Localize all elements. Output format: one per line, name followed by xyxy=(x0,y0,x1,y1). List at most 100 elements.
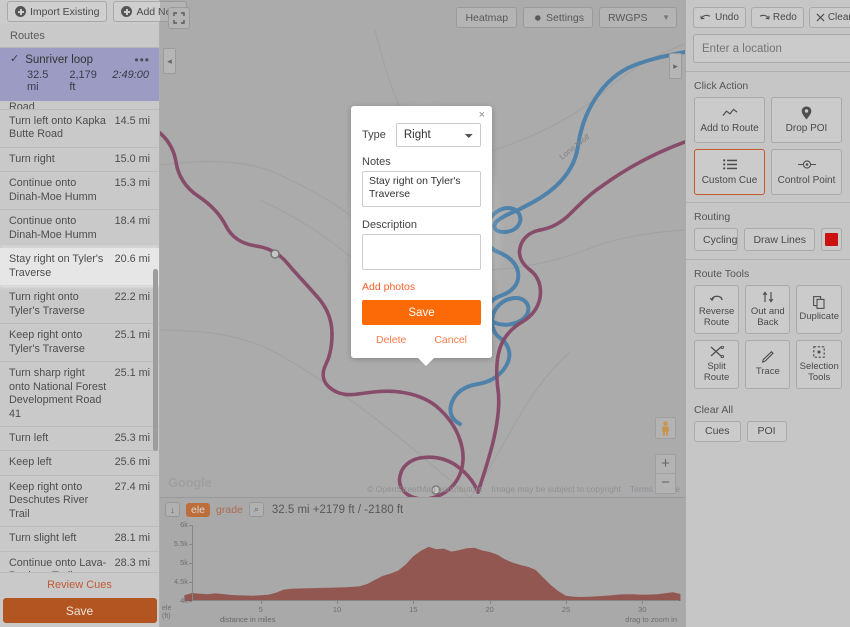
cue-name: Turn left xyxy=(9,432,49,444)
cue-row[interactable]: Keep left 25.6 mi xyxy=(0,451,159,476)
close-icon[interactable]: × xyxy=(479,110,485,121)
description-textarea[interactable] xyxy=(362,234,481,270)
draw-lines-button[interactable]: Draw Lines xyxy=(744,228,815,251)
cue-row[interactable]: Turn left onto Kapka Butte Road 14.5 mi xyxy=(0,110,159,148)
plus-circle-icon xyxy=(121,6,133,18)
cue-name: Continue onto Dinah-Moe Humm xyxy=(9,177,97,203)
cue-name: Turn sharp right onto National Forest De… xyxy=(9,367,107,420)
line-chart-icon xyxy=(721,106,738,120)
notes-label: Notes xyxy=(362,156,391,168)
cue-row[interactable]: Continue onto Dinah-Moe Humm 15.3 mi xyxy=(0,172,159,211)
scissors-icon xyxy=(710,345,724,359)
cue-distance: 25.1 mi xyxy=(114,367,150,380)
routes-header: Routes xyxy=(0,23,159,48)
history-toolbar: Undo Redo Clear Map xyxy=(686,0,850,34)
left-sidebar: Import Existing Add New Routes ••• ✓ Sun… xyxy=(0,0,188,627)
tool-split-route[interactable]: Split Route xyxy=(694,339,740,389)
sidebar-footer: Review Cues Save xyxy=(0,572,159,627)
cue-row[interactable]: Turn right onto Tyler's Traverse 22.2 mi xyxy=(0,286,159,325)
cue-row[interactable]: Stay right on Tyler's Traverse 20.6 mi xyxy=(0,248,159,287)
close-icon xyxy=(816,13,825,22)
click-action-control-point[interactable]: Control Point xyxy=(771,149,842,195)
route-elevation: 2,179 ft xyxy=(69,68,97,93)
cue-distance: 25.3 mi xyxy=(114,432,150,444)
route-color-swatch xyxy=(824,233,838,246)
cue-row[interactable]: Turn left 25.3 mi xyxy=(0,427,159,452)
click-action-label: Drop POI xyxy=(785,122,828,134)
tool-label: Out and Back xyxy=(750,306,785,328)
list-icon xyxy=(722,158,737,172)
sidebar-toolbar: Import Existing Add New xyxy=(0,0,188,24)
cue-name: Continue onto Dinah-Moe Humm xyxy=(9,215,97,241)
import-existing-label: Import Existing xyxy=(30,5,100,18)
cue-row[interactable]: Keep right onto Deschutes River Trail 27.… xyxy=(0,476,159,528)
route-card[interactable]: ••• ✓ Sunriver loop 32.5 mi 2,179 ft 2:4… xyxy=(0,47,159,101)
review-cues-link[interactable]: Review Cues xyxy=(0,573,159,598)
clear-cues-button[interactable]: Cues xyxy=(694,420,741,442)
cue-distance: 27.4 mi xyxy=(114,480,150,493)
cue-distance: 14.5 mi xyxy=(114,114,150,127)
cue-row[interactable]: Turn slight left 28.1 mi xyxy=(0,527,159,552)
redo-icon xyxy=(759,14,770,20)
clear-all-header: Clear All xyxy=(694,403,734,416)
tool-label: Reverse Route xyxy=(698,306,735,328)
cue-distance: 28.1 mi xyxy=(114,532,150,545)
click-action-label: Control Point xyxy=(777,174,836,186)
cue-name: Turn left onto Kapka Butte Road xyxy=(9,114,106,141)
clear-poi-button[interactable]: POI xyxy=(746,420,787,442)
click-action-add-to-route[interactable]: Add to Route xyxy=(694,97,765,143)
cue-row[interactable]: Continue onto Lava-Benham Trail 28.3 mi xyxy=(0,552,159,572)
route-editor-app: Import Existing Add New Routes ••• ✓ Sun… xyxy=(0,0,850,627)
check-icon: ✓ xyxy=(10,53,20,66)
tool-out-and-back[interactable]: Out and Back xyxy=(745,285,791,334)
route-distance: 32.5 mi xyxy=(27,68,49,93)
undo-button[interactable]: Undo xyxy=(693,7,746,28)
redo-button[interactable]: Redo xyxy=(750,7,804,28)
click-action-custom-cue[interactable]: Custom Cue xyxy=(694,149,765,195)
cue-edit-modal: × Type RightLeftStraightGenericFoodWater… xyxy=(351,106,492,366)
tool-label: Trace xyxy=(755,366,780,378)
cue-row[interactable]: Turn sharp right onto National Forest De… xyxy=(0,362,159,427)
cue-distance: 15.3 mi xyxy=(114,177,150,190)
modal-actions: Delete Cancel xyxy=(362,334,481,346)
tool-selection-tools[interactable]: Selection Tools xyxy=(796,339,842,389)
cue-row[interactable]: Keep right onto Tyler's Traverse 25.1 mi xyxy=(0,324,159,363)
cue-type-select[interactable]: RightLeftStraightGenericFoodWaterDangerS… xyxy=(395,123,481,147)
tool-duplicate[interactable]: Duplicate xyxy=(796,285,842,334)
tool-label: Selection Tools xyxy=(799,360,839,383)
clear-map-button[interactable]: Clear Map xyxy=(808,7,850,28)
clear-map-label: Clear Map xyxy=(827,12,850,23)
route-menu-button[interactable]: ••• xyxy=(134,54,150,66)
modal-delete-button[interactable]: Delete xyxy=(376,334,406,346)
route-tools-header: Route Tools xyxy=(694,268,750,280)
routing-mode-select[interactable]: Cycling xyxy=(694,228,739,251)
route-tools-grid: Reverse Route Out and Back Duplicate Spl… xyxy=(686,285,850,396)
cue-list[interactable]: Road Turn left onto Kapka Butte Road 14.5… xyxy=(0,100,159,572)
cue-name: Turn right onto Tyler's Traverse xyxy=(9,291,85,317)
route-time: 2:49:00 xyxy=(112,68,149,81)
modal-cancel-button[interactable]: Cancel xyxy=(434,334,467,346)
route-color-button[interactable] xyxy=(820,228,842,251)
modal-save-button[interactable]: Save xyxy=(362,300,481,325)
sidebar-save-button[interactable]: Save xyxy=(2,598,157,623)
tool-reverse-route[interactable]: Reverse Route xyxy=(694,285,740,334)
import-existing-button[interactable]: Import Existing xyxy=(7,1,108,23)
copy-icon xyxy=(813,295,825,309)
route-stats: 32.5 mi 2,179 ft 2:49:00 xyxy=(10,69,149,93)
sidebar-scrollbar[interactable] xyxy=(153,268,158,451)
cue-row[interactable]: Turn right 15.0 mi xyxy=(0,148,159,173)
routing-header: Routing xyxy=(694,211,731,223)
cue-name: Continue onto Lava-Benham Trail xyxy=(9,556,107,572)
cue-name: Turn right xyxy=(9,152,55,165)
add-photos-link[interactable]: Add photos xyxy=(362,281,481,293)
tool-label: Split Route xyxy=(703,360,730,383)
cue-name: Stay right on Tyler's Traverse xyxy=(9,253,104,279)
cue-row[interactable]: Continue onto Dinah-Moe Humm 18.4 mi xyxy=(0,210,159,249)
tool-trace[interactable]: Trace xyxy=(745,339,791,389)
cue-row-partial[interactable]: Road xyxy=(0,101,159,110)
clear-all-row: Cues POI xyxy=(686,420,850,450)
location-input[interactable] xyxy=(693,34,850,63)
cue-distance: 25.1 mi xyxy=(114,329,150,342)
notes-textarea[interactable] xyxy=(362,171,481,207)
click-action-drop-poi[interactable]: Drop POI xyxy=(771,97,842,143)
